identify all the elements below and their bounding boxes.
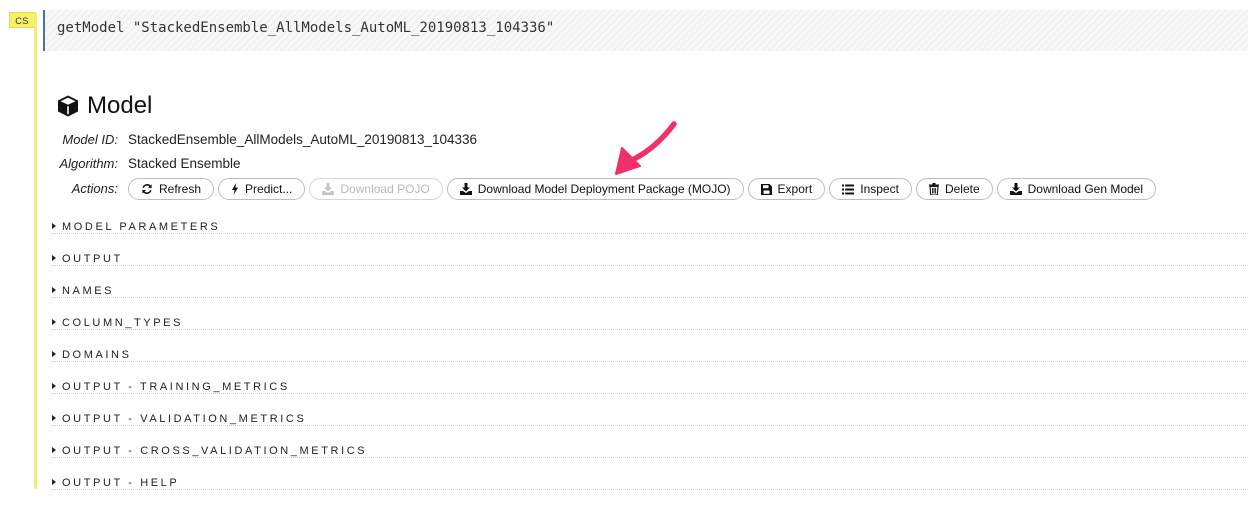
- cell-selection-bar: [34, 12, 37, 489]
- refresh-label: Refresh: [159, 182, 202, 196]
- caret-right-icon: [52, 287, 56, 293]
- section-divider: [51, 361, 1248, 362]
- section-divider: [51, 297, 1248, 298]
- refresh-icon: [142, 184, 152, 194]
- refresh-button[interactable]: Refresh: [128, 178, 215, 200]
- delete-button[interactable]: Delete: [915, 178, 993, 200]
- section-column-types[interactable]: COLUMN_TYPES: [51, 314, 1248, 346]
- predict-label: Predict...: [245, 182, 293, 196]
- section-label: COLUMN_TYPES: [62, 317, 184, 329]
- download-pojo-button[interactable]: Download POJO: [309, 178, 443, 200]
- model-id-value: StackedEnsemble_AllModels_AutoML_2019081…: [128, 132, 478, 147]
- inspect-label: Inspect: [860, 182, 899, 196]
- annotation-arrow-icon: [615, 121, 677, 175]
- export-button[interactable]: Export: [747, 178, 826, 200]
- inspect-button[interactable]: Inspect: [829, 178, 912, 200]
- cube-icon: [58, 95, 78, 117]
- section-output[interactable]: OUTPUT: [51, 250, 1248, 282]
- list-icon: [842, 184, 855, 194]
- section-label: OUTPUT - VALIDATION_METRICS: [62, 413, 307, 425]
- section-divider: [51, 265, 1248, 266]
- section-validation-metrics[interactable]: OUTPUT - VALIDATION_METRICS: [51, 410, 1248, 442]
- caret-right-icon: [52, 351, 56, 357]
- output-title: Model: [56, 92, 152, 120]
- actions-label: Actions:: [71, 181, 118, 196]
- save-icon: [760, 183, 772, 195]
- section-divider: [51, 457, 1248, 458]
- section-label: OUTPUT - TRAINING_METRICS: [62, 381, 290, 393]
- download-icon: [1009, 183, 1022, 195]
- caret-right-icon: [52, 447, 56, 453]
- section-label: OUTPUT - HELP: [62, 477, 180, 489]
- download-gen-model-button[interactable]: Download Gen Model: [996, 178, 1157, 200]
- section-label: MODEL PARAMETERS: [62, 221, 221, 233]
- code-cell-input[interactable]: getModel "StackedEnsemble_AllModels_Auto…: [43, 10, 1248, 51]
- section-cross-validation-metrics[interactable]: OUTPUT - CROSS_VALIDATION_METRICS: [51, 442, 1248, 474]
- cell-type-badge[interactable]: CS: [9, 12, 35, 28]
- download-pojo-label: Download POJO: [340, 182, 430, 196]
- download-icon: [322, 183, 335, 195]
- code-text: getModel "StackedEnsemble_AllModels_Auto…: [57, 20, 555, 36]
- predict-button[interactable]: Predict...: [218, 178, 306, 200]
- export-label: Export: [777, 182, 813, 196]
- section-divider: [51, 393, 1248, 394]
- section-divider: [51, 329, 1248, 330]
- model-id-label: Model ID:: [62, 132, 118, 147]
- caret-right-icon: [52, 319, 56, 325]
- section-model-parameters[interactable]: MODEL PARAMETERS: [51, 218, 1248, 250]
- delete-label: Delete: [944, 182, 980, 196]
- caret-right-icon: [52, 223, 56, 229]
- section-help[interactable]: OUTPUT - HELP: [51, 474, 1248, 506]
- bolt-icon: [232, 183, 239, 195]
- section-training-metrics[interactable]: OUTPUT - TRAINING_METRICS: [51, 378, 1248, 410]
- download-mojo-label: Download Model Deployment Package (MOJO): [477, 182, 731, 196]
- download-icon: [459, 183, 472, 195]
- section-divider: [51, 489, 1248, 490]
- section-divider: [51, 425, 1248, 426]
- section-domains[interactable]: DOMAINS: [51, 346, 1248, 378]
- model-sections: MODEL PARAMETERS OUTPUT NAMES COLUMN_TYP…: [51, 218, 1248, 506]
- algorithm-value: Stacked Ensemble: [128, 156, 241, 171]
- download-gen-model-label: Download Gen Model: [1027, 182, 1144, 196]
- section-label: OUTPUT: [62, 253, 123, 265]
- trash-icon: [928, 183, 939, 195]
- algorithm-label: Algorithm:: [59, 156, 118, 171]
- section-label: OUTPUT - CROSS_VALIDATION_METRICS: [62, 445, 368, 457]
- caret-right-icon: [52, 255, 56, 261]
- caret-right-icon: [52, 383, 56, 389]
- caret-right-icon: [52, 415, 56, 421]
- section-label: NAMES: [62, 285, 115, 297]
- page-title: Model: [87, 92, 153, 119]
- caret-right-icon: [52, 479, 56, 485]
- section-divider: [51, 233, 1248, 234]
- section-names[interactable]: NAMES: [51, 282, 1248, 314]
- download-mojo-button[interactable]: Download Model Deployment Package (MOJO): [446, 178, 744, 200]
- section-label: DOMAINS: [62, 349, 132, 361]
